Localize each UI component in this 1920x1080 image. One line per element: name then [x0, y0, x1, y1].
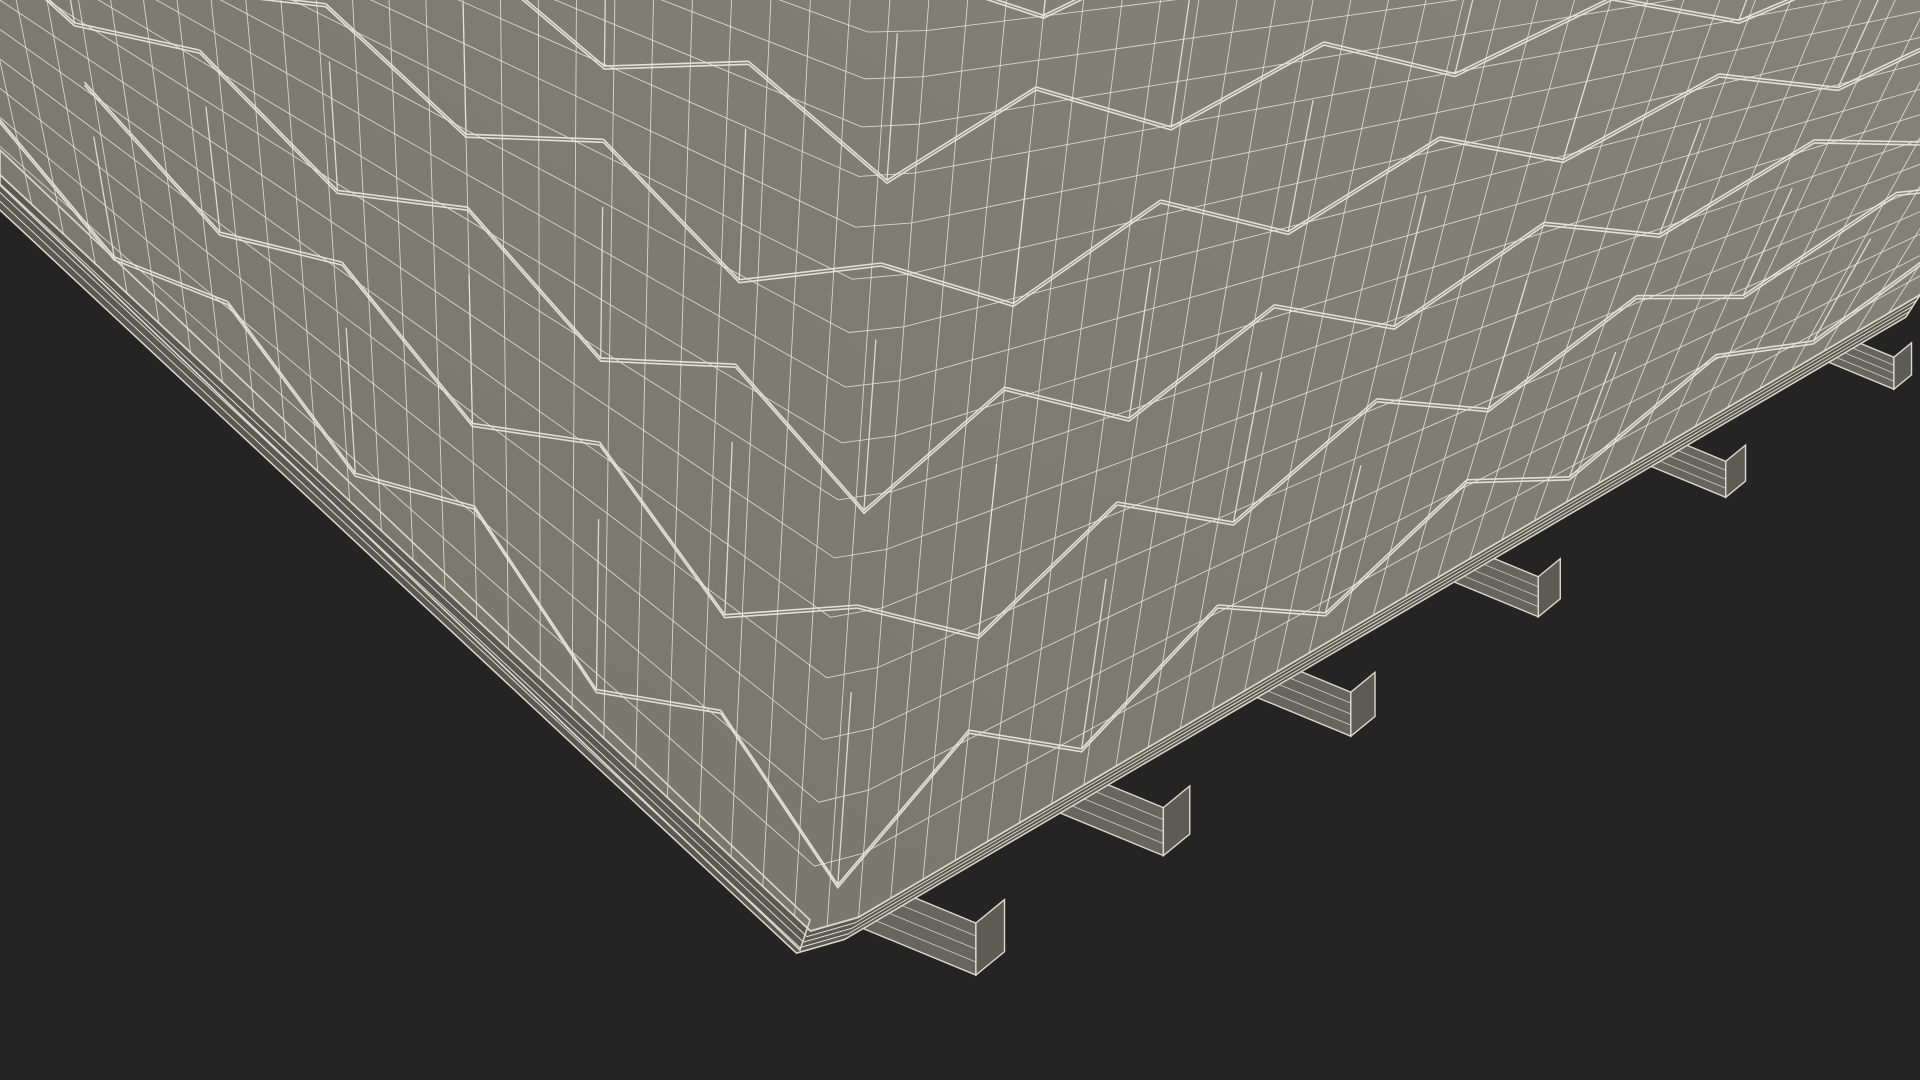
- wireframe-scene: [0, 0, 1920, 1080]
- render-viewport: [0, 0, 1920, 1080]
